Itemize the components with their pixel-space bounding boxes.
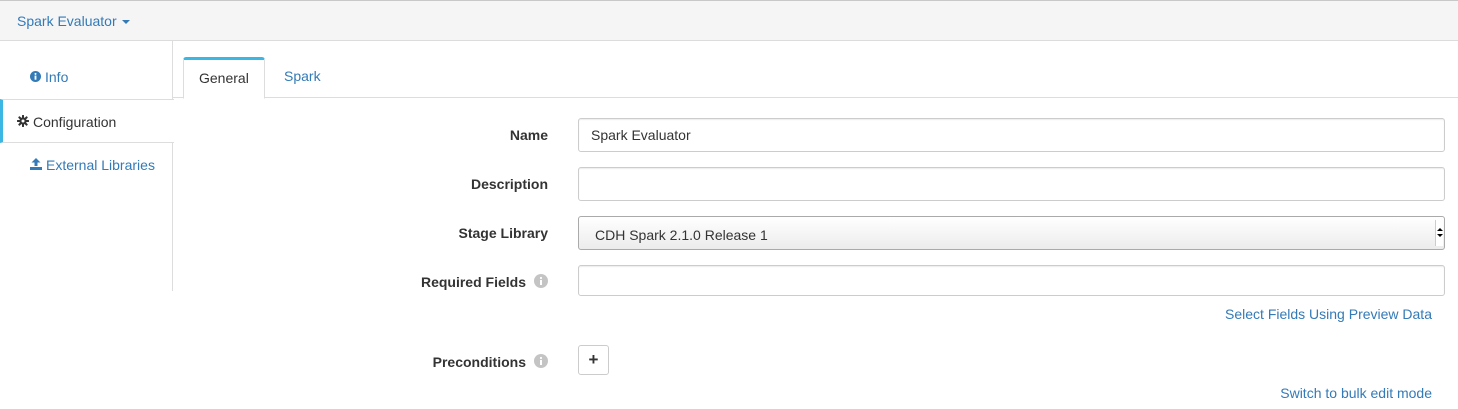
info-circle-icon (30, 55, 41, 99)
sidebar-item-label: Configuration (33, 114, 117, 130)
sidebar-item-configuration[interactable]: Configuration (0, 99, 174, 143)
select-fields-preview-link[interactable]: Select Fields Using Preview Data (1225, 306, 1432, 322)
select-arrows-icon (1435, 220, 1443, 246)
required-fields-label-group: Required Fields (420, 273, 548, 292)
add-precondition-button[interactable]: + (578, 345, 609, 375)
stage-library-value: CDH Spark 2.1.0 Release 1 (595, 227, 768, 243)
sidebar-item-external-libraries[interactable]: External Libraries (0, 143, 173, 187)
stage-header: Spark Evaluator (0, 3, 1458, 41)
bulk-edit-link[interactable]: Switch to bulk edit mode (1280, 385, 1432, 401)
tab-general[interactable]: General (183, 57, 265, 99)
required-fields-input[interactable] (578, 265, 1445, 296)
required-fields-label: Required Fields (420, 274, 526, 290)
gear-icon (17, 100, 29, 144)
caret-down-icon (121, 20, 130, 25)
stage-title-label: Spark Evaluator (17, 13, 117, 29)
upload-icon (30, 143, 42, 187)
preconditions-label: Preconditions (432, 354, 526, 370)
stage-library-label: Stage Library (458, 225, 548, 241)
stage-library-select[interactable]: CDH Spark 2.1.0 Release 1 (578, 216, 1445, 250)
tab-spark[interactable]: Spark (269, 57, 336, 98)
config-tabs: General Spark (173, 41, 1458, 99)
description-label: Description (470, 176, 548, 192)
sidebar-item-info[interactable]: Info (0, 55, 173, 99)
info-icon[interactable] (534, 353, 548, 371)
config-sidebar: Info Configuration External Libraries (0, 41, 174, 291)
stage-title-dropdown[interactable]: Spark Evaluator (17, 13, 130, 29)
info-icon[interactable] (534, 273, 548, 291)
name-label: Name (509, 127, 548, 143)
description-input[interactable] (578, 167, 1445, 201)
name-input[interactable] (578, 118, 1445, 152)
preconditions-label-group: Preconditions (432, 353, 548, 372)
sidebar-item-label: External Libraries (46, 157, 155, 173)
sidebar-item-label: Info (45, 69, 69, 85)
